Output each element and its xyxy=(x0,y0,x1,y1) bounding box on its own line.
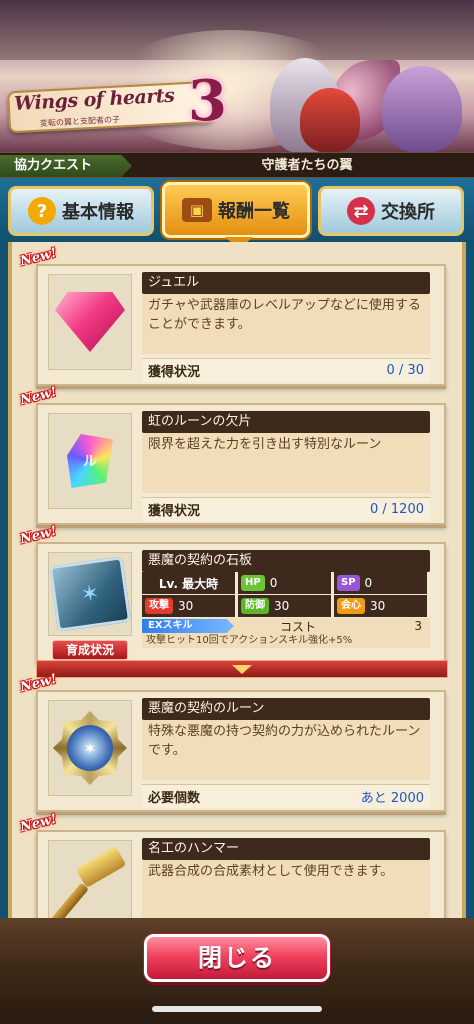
rune-core: ✶ xyxy=(67,725,113,771)
item-icon-frame: ✶ xyxy=(48,700,132,796)
status-value: 0 / 30 xyxy=(386,363,424,378)
home-indicator[interactable] xyxy=(152,1006,322,1012)
reward-item-golden-hammer[interactable]: New! 名工のハンマー 武器合成の合成素材として使用できます。 xyxy=(19,812,446,918)
item-description: 武器合成の合成素材として使用できます。 xyxy=(142,860,430,918)
item-icon-frame xyxy=(48,274,132,370)
quest-name: 守護者たちの翼 xyxy=(261,158,353,173)
status-label: 獲得状況 xyxy=(148,365,201,380)
item-title: 名工のハンマー xyxy=(142,838,430,860)
expand-details-bar[interactable] xyxy=(36,660,448,678)
cost-value: 3 xyxy=(414,619,422,633)
hp-tag: HP xyxy=(241,575,265,591)
item-status: 獲得状況 0 / 30 xyxy=(142,358,430,382)
sp-value: 0 xyxy=(364,576,373,590)
quest-header: 協力クエスト 守護者たちの翼 xyxy=(0,152,474,178)
rainbow-rune-icon: ル xyxy=(67,434,113,488)
event-logo-number: 3 xyxy=(188,68,227,134)
item-description: ガチャや武器庫のレベルアップなどに使用することができます。 xyxy=(142,294,430,354)
stone-tablet-icon: ✶ xyxy=(48,556,132,632)
status-label: 獲得状況 xyxy=(148,504,201,519)
item-title: 虹のルーンの欠片 xyxy=(142,411,430,433)
status-value: 0 / 1200 xyxy=(370,502,424,517)
new-badge: New! xyxy=(18,671,59,696)
item-status: 必要個数 あと 2000 xyxy=(142,784,430,808)
item-description: 特殊な悪魔の持つ契約の力が込められたルーンです。 xyxy=(142,720,430,780)
stat-row-2: 攻撃 30 防御 30 会心 30 xyxy=(142,595,430,617)
sp-tag: SP xyxy=(337,575,360,591)
stat-row-1: Lv. 最大時 HP 0 SP 0 xyxy=(142,572,430,594)
event-banner: Wings of hearts 変転の翼と支配者の子 3 xyxy=(0,0,474,152)
hammer-head xyxy=(75,845,127,889)
close-button[interactable]: 閉じる xyxy=(144,934,330,982)
item-icon-frame: ル xyxy=(48,413,132,509)
banner-character-red-hair xyxy=(300,88,360,152)
reward-list-panel: New! ジュエル ガチャや武器庫のレベルアップなどに使用することができます。 … xyxy=(0,242,474,918)
item-icon-frame xyxy=(48,840,132,918)
status-value: あと 2000 xyxy=(360,791,424,806)
question-icon: ? xyxy=(28,197,56,225)
reward-item-demon-rune[interactable]: New! ✶ 悪魔の契約のルーン 特殊な悪魔の持つ契約の力が込められたルーンです… xyxy=(19,672,446,812)
item-icon-frame: ✶ xyxy=(48,552,132,636)
critical-value: 30 xyxy=(370,599,386,613)
critical-stat: 会心 30 xyxy=(334,595,427,617)
tab-basic-info[interactable]: ? 基本情報 xyxy=(8,186,154,236)
new-badge: New! xyxy=(18,523,59,548)
tab-exchange-label: 交換所 xyxy=(381,202,435,223)
reward-item-jewel[interactable]: New! ジュエル ガチャや武器庫のレベルアップなどに使用することができます。 … xyxy=(19,246,446,386)
item-stats: Lv. 最大時 HP 0 SP 0 攻撃 30 防御 30 会心 30 EXスキ… xyxy=(142,572,430,648)
critical-tag: 会心 xyxy=(337,598,365,614)
item-description: 限界を超えた力を引き出す特別なルーン xyxy=(142,433,430,493)
new-badge: New! xyxy=(18,384,59,409)
exchange-bag-icon: ⇄ xyxy=(347,197,375,225)
reward-item-rainbow-rune[interactable]: New! ル 虹のルーンの欠片 限界を超えた力を引き出す特別なルーン 獲得状況 … xyxy=(19,385,446,525)
golden-hammer-icon xyxy=(49,845,128,918)
attack-value: 30 xyxy=(178,599,194,613)
hp-value: 0 xyxy=(269,576,278,590)
hammer-handle xyxy=(49,882,89,918)
growth-status-button[interactable]: 育成状況 xyxy=(52,640,128,660)
item-title: ジュエル xyxy=(142,272,430,294)
new-badge: New! xyxy=(18,245,59,270)
defense-value: 30 xyxy=(274,599,290,613)
defense-stat: 防御 30 xyxy=(238,595,331,617)
tab-basic-info-label: 基本情報 xyxy=(62,202,134,223)
banner-character-purple-hair xyxy=(382,66,462,152)
demon-rune-medal-icon: ✶ xyxy=(53,711,127,785)
item-title: 悪魔の契約の石板 xyxy=(142,550,430,572)
cost-label: コスト xyxy=(280,619,317,634)
status-label: 必要個数 xyxy=(148,791,201,806)
defense-tag: 防御 xyxy=(241,598,269,614)
level-max-label: Lv. 最大時 xyxy=(142,572,235,594)
tab-reward-list[interactable]: ▣ 報酬一覧 xyxy=(162,182,310,249)
reward-item-stone-tablet[interactable]: New! ✶ 育成状況 悪魔の契約の石板 Lv. 最大時 HP 0 SP 0 攻… xyxy=(19,524,446,662)
item-title: 悪魔の契約のルーン xyxy=(142,698,430,720)
attack-stat: 攻撃 30 xyxy=(142,595,235,617)
ex-skill-row: EXスキル コスト 3 xyxy=(142,618,430,634)
tab-bar: ? 基本情報 ▣ 報酬一覧 ⇄ 交換所 xyxy=(0,178,474,249)
jewel-icon xyxy=(55,292,125,352)
tab-exchange[interactable]: ⇄ 交換所 xyxy=(318,186,464,236)
treasure-chest-icon: ▣ xyxy=(182,198,212,222)
item-status: 獲得状況 0 / 1200 xyxy=(142,497,430,521)
reward-list-scroll[interactable]: New! ジュエル ガチャや武器庫のレベルアップなどに使用することができます。 … xyxy=(8,242,466,918)
new-badge: New! xyxy=(18,811,59,836)
ex-skill-badge: EXスキル xyxy=(142,619,234,633)
hp-stat: HP 0 xyxy=(238,572,331,594)
sp-stat: SP 0 xyxy=(334,572,427,594)
chevron-down-icon xyxy=(232,664,252,674)
quest-type-label: 協力クエスト xyxy=(0,155,132,177)
tab-reward-list-label: 報酬一覧 xyxy=(218,201,290,222)
ex-skill-description: 攻撃ヒット10回でアクションスキル強化+5% xyxy=(142,634,430,648)
attack-tag: 攻撃 xyxy=(145,598,173,614)
